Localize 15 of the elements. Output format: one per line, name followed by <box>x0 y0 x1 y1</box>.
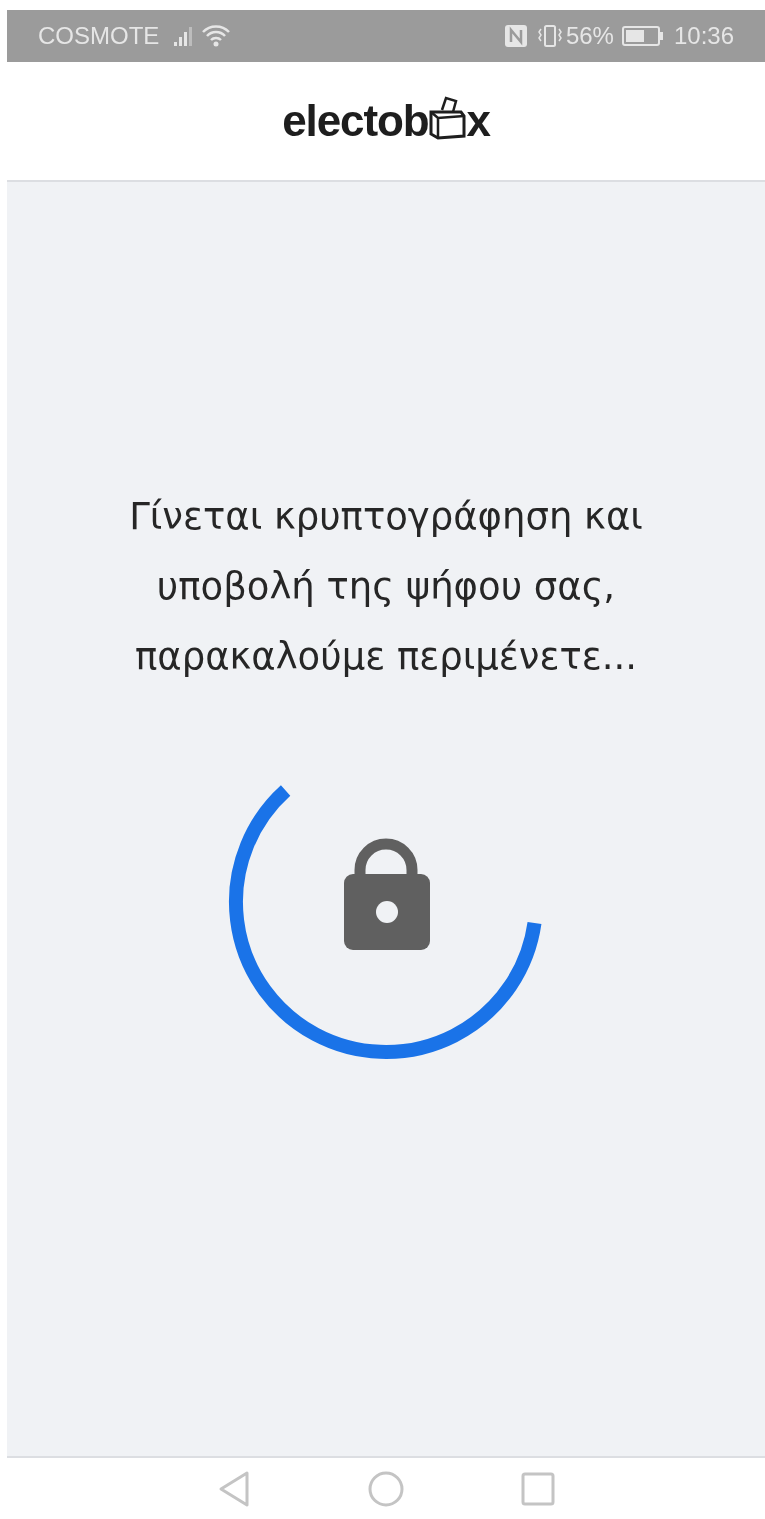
nfc-icon <box>503 24 528 48</box>
back-icon[interactable] <box>217 1469 251 1508</box>
clock-time: 10:36 <box>673 21 734 51</box>
home-icon[interactable] <box>367 1469 405 1508</box>
ballot-box-icon <box>428 96 467 140</box>
logo-text: electob <box>282 95 429 147</box>
status-message: Γίνεται κρυπτογράφηση και υποβολή της ψήφου σας, παρακαλούμε περιμένετε... <box>128 494 644 680</box>
recent-apps-icon[interactable] <box>521 1471 555 1506</box>
battery-percent: 56% <box>565 21 614 51</box>
carrier-name: COSMOTE <box>38 21 160 51</box>
lock-icon <box>344 838 430 950</box>
vibrate-icon <box>535 24 564 48</box>
battery-icon <box>621 26 664 46</box>
wifi-icon <box>201 24 232 48</box>
logo-text: x <box>466 95 490 147</box>
